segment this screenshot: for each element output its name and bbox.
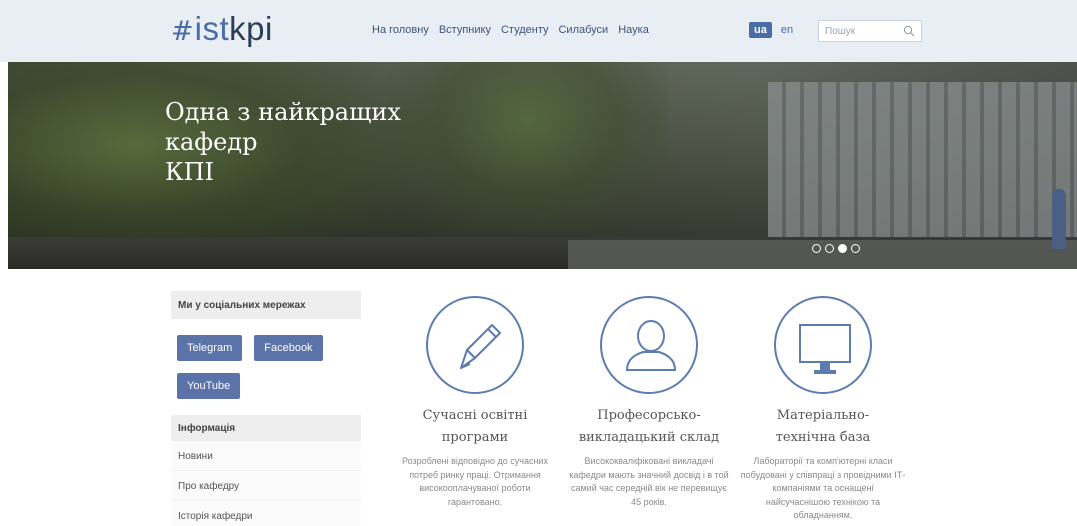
lang-en-button[interactable]: en xyxy=(778,22,796,38)
feature-title-line: технічна база xyxy=(775,430,871,445)
hero-photo-building xyxy=(768,82,1077,252)
slider-dot-3-active[interactable] xyxy=(838,244,847,253)
feature-title-line: викладацький склад xyxy=(578,430,720,445)
feature-title: Професорсько- викладацький склад xyxy=(562,405,736,449)
feature-icon-circle xyxy=(600,296,698,394)
search-box xyxy=(818,20,922,42)
feature-description: Розроблені відповідно до сучасних потреб… xyxy=(402,456,548,507)
nav-student[interactable]: Студенту xyxy=(501,24,549,36)
search-icon[interactable] xyxy=(903,25,915,37)
social-heading: Ми у соціальних мережах xyxy=(171,291,361,319)
hero-title-line: КПІ xyxy=(165,158,214,186)
feature-icon-circle xyxy=(426,296,524,394)
hero-photo-person xyxy=(1052,189,1066,249)
feature-programs: Сучасні освітні програми Розроблені відп… xyxy=(388,296,562,523)
monitor-icon xyxy=(799,324,851,374)
hero-title: Одна з найкращих кафедр КПІ xyxy=(165,97,485,187)
logo-kpi: kpi xyxy=(229,10,273,47)
feature-facilities: Матеріально- технічна база Лабораторії т… xyxy=(736,296,910,523)
sidebar-item-news[interactable]: Новини xyxy=(171,441,361,471)
sidebar-item-about[interactable]: Про кафедру xyxy=(171,471,361,501)
site-header: # ist kpi На головну Вступнику Студенту … xyxy=(0,0,1077,62)
feature-title-line: Матеріально- xyxy=(776,408,870,423)
youtube-button[interactable]: YouTube xyxy=(177,373,241,399)
feature-title: Матеріально- технічна база xyxy=(736,405,910,449)
slider-dots xyxy=(812,244,860,253)
nav-science[interactable]: Наука xyxy=(618,24,649,36)
feature-icon-circle xyxy=(774,296,872,394)
main-nav: На головну Вступнику Студенту Силабуси Н… xyxy=(372,24,649,36)
nav-applicant[interactable]: Вступнику xyxy=(439,24,491,36)
sidebar: Ми у соціальних мережах Telegram Faceboo… xyxy=(171,291,361,526)
hero-title-line: кафедр xyxy=(165,128,258,156)
nav-home[interactable]: На головну xyxy=(372,24,429,36)
search-input[interactable] xyxy=(819,25,899,37)
logo-ist: ist xyxy=(194,10,230,47)
site-logo[interactable]: # ist kpi xyxy=(171,10,273,50)
feature-title-line: програми xyxy=(441,430,509,445)
language-switcher: ua en xyxy=(749,22,796,38)
features-section: Сучасні освітні програми Розроблені відп… xyxy=(388,296,928,523)
info-heading: Інформація xyxy=(171,415,361,441)
feature-description: Лабораторії та комп'ютерні класи побудов… xyxy=(740,456,906,520)
facebook-button[interactable]: Facebook xyxy=(254,335,323,361)
user-icon xyxy=(625,320,677,371)
feature-description: Висококваліфіковані викладачі кафедри ма… xyxy=(569,456,729,507)
slider-dot-4[interactable] xyxy=(851,244,860,253)
lang-ua-button[interactable]: ua xyxy=(749,22,772,38)
social-buttons: Telegram Facebook YouTube xyxy=(171,319,361,399)
hero-title-line: Одна з найкращих xyxy=(165,98,401,126)
pencil-icon xyxy=(460,324,501,369)
feature-title: Сучасні освітні програми xyxy=(388,405,562,449)
feature-title-line: Сучасні освітні xyxy=(422,408,528,423)
slider-dot-2[interactable] xyxy=(825,244,834,253)
logo-hash: # xyxy=(171,16,194,47)
nav-syllabi[interactable]: Силабуси xyxy=(558,24,608,36)
feature-title-line: Професорсько- xyxy=(597,408,701,423)
telegram-button[interactable]: Telegram xyxy=(177,335,243,361)
feature-staff: Професорсько- викладацький склад Високок… xyxy=(562,296,736,523)
slider-dot-1[interactable] xyxy=(812,244,821,253)
sidebar-item-history[interactable]: Історія кафедри xyxy=(171,501,361,526)
